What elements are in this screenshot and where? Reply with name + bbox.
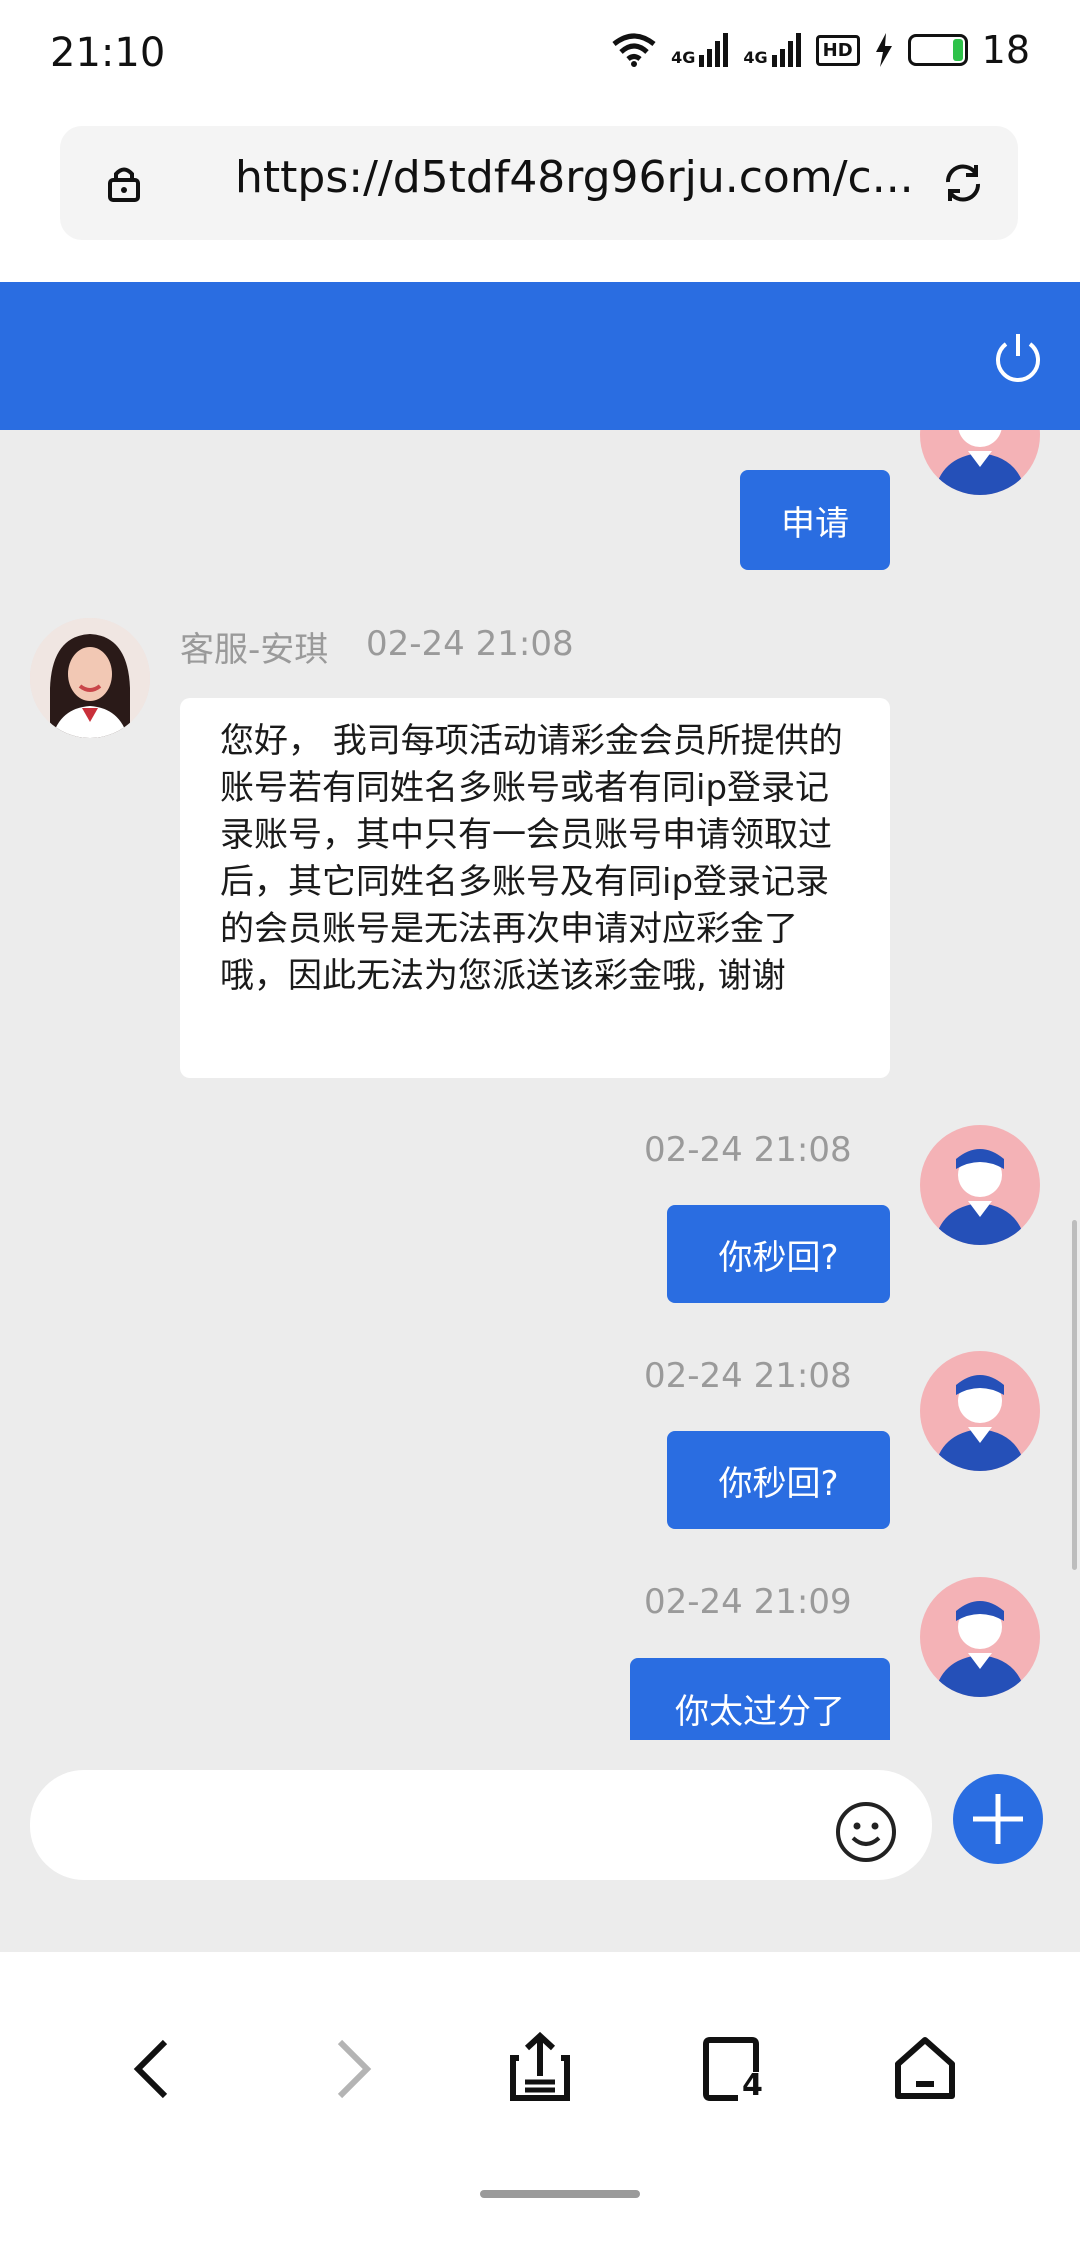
message-timestamp: 02-24 21:09 xyxy=(644,1582,852,1622)
user-avatar-icon xyxy=(934,430,1026,495)
agent-avatar-icon xyxy=(30,618,150,738)
battery-level: 18 xyxy=(981,28,1030,72)
message-bubble[interactable]: 你秒回? xyxy=(667,1431,890,1529)
browser-toolbar: https://d5tdf48rg96rju.com/c... xyxy=(0,110,1080,282)
status-icons: 4G 4G HD 18 xyxy=(611,28,1030,72)
signal-icon-2 xyxy=(771,33,801,67)
chat-messages[interactable]: 申请 客服-安琪 02-24 21:08 您好， 我司每项活动请彩金会员所提供的… xyxy=(0,430,1080,1740)
agent-name: 客服-安琪 xyxy=(180,630,329,670)
share-icon[interactable] xyxy=(495,2024,585,2114)
forward-icon[interactable] xyxy=(305,2024,395,2114)
message-bubble[interactable]: 你太过分了 xyxy=(630,1658,890,1740)
message-timestamp: 02-24 21:08 xyxy=(644,1130,852,1170)
lock-icon xyxy=(108,167,140,202)
wifi-icon xyxy=(612,33,656,67)
avatar xyxy=(920,1351,1040,1471)
network-4g-label-2: 4G xyxy=(743,48,768,67)
back-icon[interactable] xyxy=(110,2024,200,2114)
hd-icon: HD xyxy=(815,34,860,66)
network-4g-label-1: 4G xyxy=(671,48,696,67)
message-bubble[interactable]: 申请 xyxy=(740,470,890,570)
message-text: 申请 xyxy=(781,503,849,544)
user-avatar-icon xyxy=(934,1601,1026,1697)
url-text[interactable]: https://d5tdf48rg96rju.com/c... xyxy=(235,152,925,203)
scrollbar[interactable] xyxy=(1072,1220,1077,1570)
tabs-count: 4 xyxy=(742,2068,763,2103)
message-input[interactable] xyxy=(30,1770,932,1880)
emoji-icon[interactable] xyxy=(834,1800,898,1864)
charging-icon xyxy=(875,33,892,67)
plus-icon xyxy=(973,1794,1023,1844)
message-bubble[interactable]: 你秒回? xyxy=(667,1205,890,1303)
battery-icon xyxy=(907,34,968,66)
message-text: 你秒回? xyxy=(718,1463,839,1504)
message-text: 你太过分了 xyxy=(675,1692,845,1732)
address-bar[interactable]: https://d5tdf48rg96rju.com/c... xyxy=(60,126,1018,240)
status-bar: 21:10 4G 4G HD 18 xyxy=(0,0,1080,110)
tabs-button[interactable]: 4 xyxy=(690,2024,780,2114)
network-4g-1: 4G xyxy=(671,33,729,67)
tabs-icon xyxy=(703,2037,759,2101)
message-bubble[interactable]: 您好， 我司每项活动请彩金会员所提供的账号若有同姓名多账号或者有同ip登录记录账… xyxy=(180,698,890,1078)
home-icon[interactable] xyxy=(880,2024,970,2114)
avatar xyxy=(30,618,150,738)
user-avatar-icon xyxy=(934,1149,1026,1245)
avatar xyxy=(920,1125,1040,1245)
add-attachment-button[interactable] xyxy=(953,1774,1043,1864)
avatar xyxy=(920,430,1040,495)
chat-header xyxy=(0,282,1080,430)
message-timestamp: 02-24 21:08 xyxy=(644,1356,852,1396)
message-text: 你秒回? xyxy=(718,1237,839,1278)
reload-icon[interactable] xyxy=(940,160,986,206)
signal-icon-1 xyxy=(699,33,729,67)
network-4g-2: 4G xyxy=(743,33,801,67)
power-icon[interactable] xyxy=(990,330,1046,386)
home-indicator[interactable] xyxy=(480,2190,640,2198)
user-avatar-icon xyxy=(934,1375,1026,1471)
message-text: 您好， 我司每项活动请彩金会员所提供的账号若有同姓名多账号或者有同ip登录记录账… xyxy=(220,721,843,996)
composer xyxy=(0,1740,1080,1952)
avatar xyxy=(920,1577,1040,1697)
message-timestamp: 02-24 21:08 xyxy=(366,624,574,664)
browser-bottom-nav: 4 xyxy=(0,1952,1080,2244)
status-time: 21:10 xyxy=(50,30,166,76)
